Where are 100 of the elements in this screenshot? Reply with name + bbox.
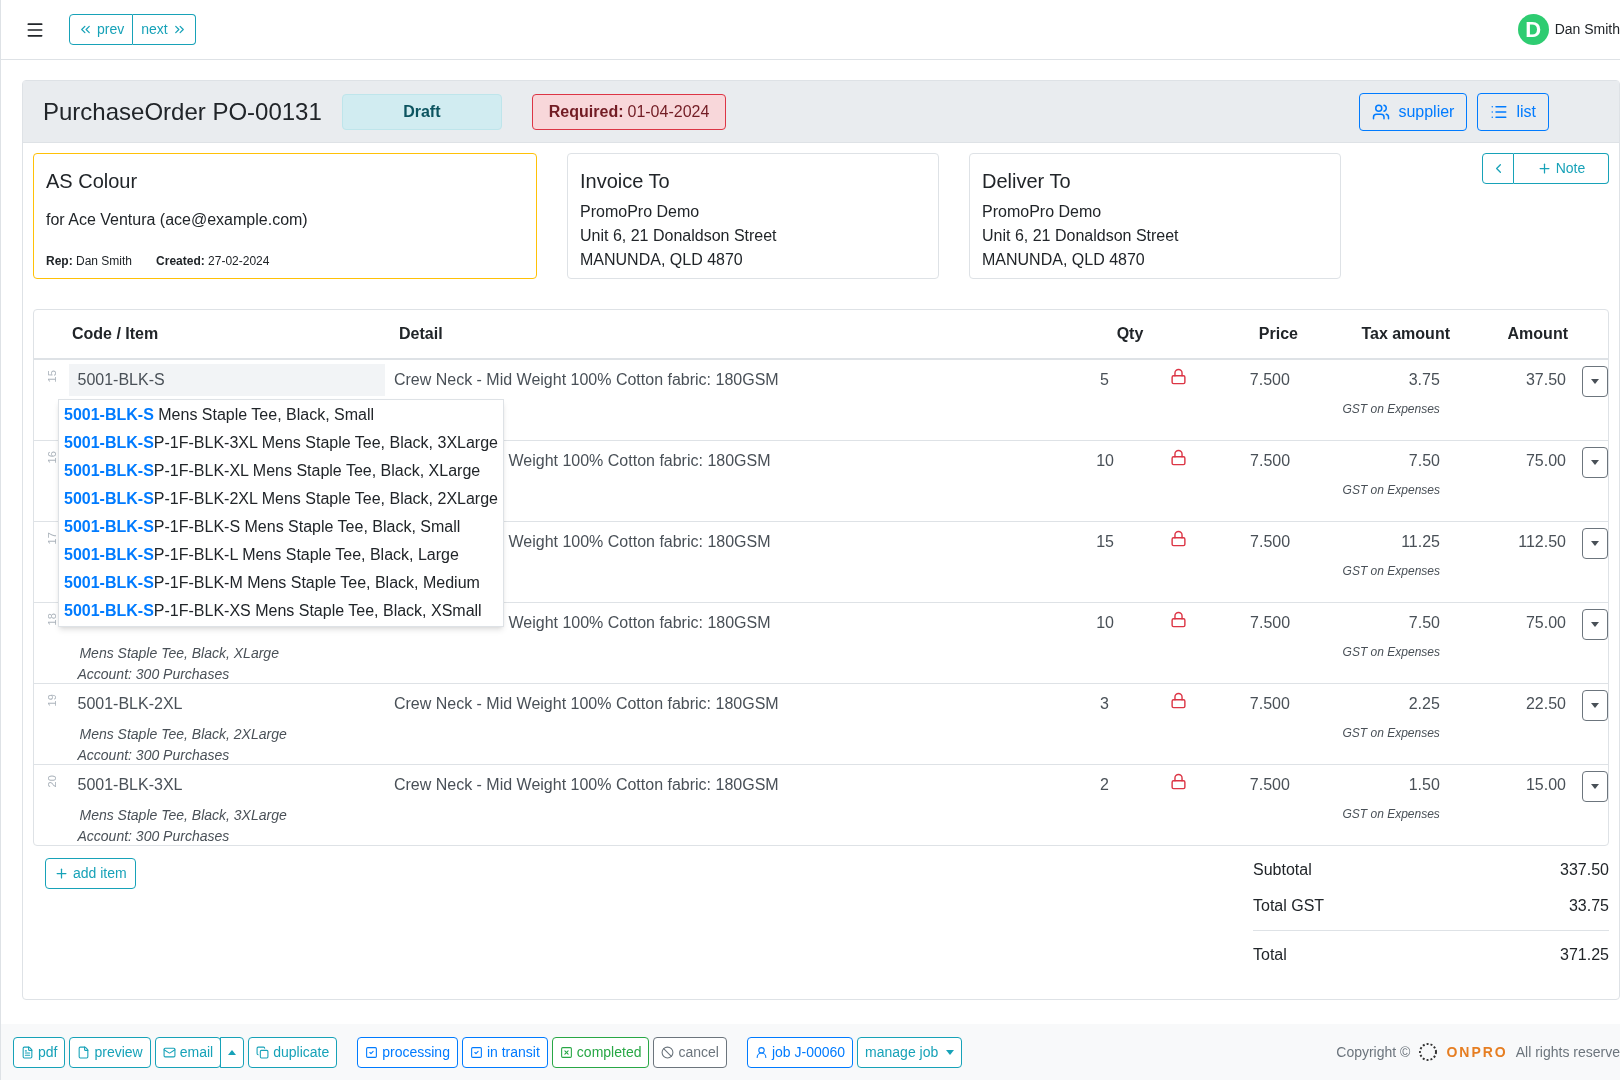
amount-cell: 22.50 [1525, 695, 1566, 712]
users-icon [1372, 102, 1391, 121]
autocomplete-option[interactable]: 5001-BLK-S Mens Staple Tee, Black, Small [59, 401, 503, 429]
footer-button[interactable]: cancel [653, 1036, 727, 1068]
price-cell: 7.500 [1249, 695, 1290, 712]
caret-icon [1591, 622, 1599, 627]
line-number: 20 [44, 775, 59, 788]
supplier-name: AS Colour [46, 169, 138, 194]
price-cell: 7.500 [1249, 371, 1290, 388]
item-code-field[interactable]: 5001-BLK-S [69, 364, 385, 396]
footer-button[interactable]: preview [69, 1036, 151, 1068]
footer-button[interactable]: in transit [461, 1036, 548, 1068]
row-menu-button[interactable] [1582, 366, 1608, 397]
rights-text: All rights reserve [1515, 1042, 1620, 1062]
tax-type: GST on Expenses [1342, 401, 1440, 418]
order-title: PurchaseOrder PO-00131 [43, 96, 322, 127]
list-button[interactable]: list [1477, 92, 1549, 131]
add-item-button[interactable]: add item [45, 858, 136, 889]
qty-cell: 3 [1100, 695, 1109, 712]
x-box-icon [559, 1045, 573, 1059]
tax-cell-text: 11.25 [1401, 532, 1440, 552]
footer-button[interactable]: email [154, 1036, 222, 1068]
row-menu-button[interactable] [1582, 609, 1608, 640]
lock-icon[interactable] [1170, 773, 1187, 790]
tax-cell-text: 7.50 [1408, 613, 1440, 633]
prev-button[interactable]: prev [69, 14, 134, 45]
caret-icon [1591, 379, 1599, 384]
line-number: 15 [44, 370, 59, 383]
supplier-button[interactable]: supplier [1359, 92, 1468, 131]
autocomplete-option[interactable]: 5001-BLK-SP-1F-BLK-M Mens Staple Tee, Black, Medium [59, 569, 503, 597]
rep-text: Rep: Dan Smith [46, 253, 133, 270]
caret-icon [946, 1049, 955, 1055]
amount-cell: 75.00 [1525, 452, 1566, 469]
total-value: 337.50 [1560, 860, 1609, 880]
supplier-contact: for Ace Ventura (ace@example.com) [46, 210, 308, 230]
autocomplete-option[interactable]: 5001-BLK-SP-1F-BLK-XS Mens Staple Tee, Black, XSmall [59, 597, 503, 625]
address-line: PromoPro Demo [982, 202, 1102, 222]
amount-cell: 112.50 [1518, 533, 1566, 550]
row-menu-button[interactable] [1582, 690, 1608, 721]
item-detail: Weight 100% Cotton fabric: 180GSM [508, 614, 771, 631]
row-menu-button[interactable] [1582, 447, 1608, 478]
line-number: 18 [44, 613, 59, 626]
lock-icon[interactable] [1170, 692, 1187, 709]
column-header: Qty [1116, 325, 1144, 342]
footer-button[interactable]: pdf [13, 1036, 66, 1068]
autocomplete-option[interactable]: 5001-BLK-SP-1F-BLK-2XL Mens Staple Tee, Black, 2XLarge [59, 485, 503, 513]
row-menu-button[interactable] [1582, 771, 1608, 802]
email-options-button[interactable] [220, 1036, 245, 1068]
item-description: Mens Staple Tee, Black, 3XLarge [78, 806, 287, 825]
file-icon [77, 1045, 91, 1059]
total-value: 33.75 [1568, 896, 1609, 916]
tax-cell-text: 7.50 [1408, 451, 1440, 471]
user-icon [754, 1045, 768, 1059]
tax-type: GST on Expenses [1342, 482, 1440, 499]
required-date-badge: Required: 01-04-2024 [531, 93, 727, 130]
address-line: PromoPro Demo [580, 202, 700, 222]
footer-button[interactable]: job J-00060 [746, 1036, 854, 1068]
tax-cell-text: 2.25 [1408, 694, 1440, 714]
autocomplete-option[interactable]: 5001-BLK-SP-1F-BLK-S Mens Staple Tee, Black, Small [59, 513, 503, 541]
footer-button[interactable]: processing [357, 1036, 458, 1068]
tax-type: GST on Expenses [1342, 806, 1440, 823]
item-code: 5001-BLK-3XL [76, 775, 184, 795]
address-line: Unit 6, 21 Donaldson Street [982, 226, 1179, 246]
caret-icon [1591, 541, 1599, 546]
qty-cell: 2 [1100, 776, 1109, 793]
item-description: Mens Staple Tee, Black, 2XLarge [78, 725, 287, 744]
total-label: Subtotal [1253, 860, 1312, 880]
qty-cell: 15 [1096, 533, 1114, 550]
autocomplete-option[interactable]: 5001-BLK-SP-1F-BLK-L Mens Staple Tee, Black, Large [59, 541, 503, 569]
lock-icon[interactable] [1170, 368, 1187, 385]
item-account: Account: 300 Purchases [76, 665, 230, 684]
tax-type: GST on Expenses [1342, 644, 1440, 661]
total-label: Total GST [1253, 896, 1325, 916]
item-detail: Crew Neck - Mid Weight 100% Cotton fabric: 180GSM [393, 776, 779, 793]
next-button[interactable]: next [133, 14, 196, 45]
user-name[interactable]: Dan Smith [1554, 19, 1620, 40]
footer-button[interactable]: manage job [857, 1036, 963, 1068]
item-account: Account: 300 Purchases [76, 827, 230, 846]
plus-icon [1536, 161, 1552, 176]
lock-icon[interactable] [1170, 530, 1188, 547]
amount-cell: 15.00 [1525, 776, 1566, 793]
address-line: MANUNDA, QLD 4870 [580, 250, 743, 270]
price-cell: 7.500 [1250, 614, 1291, 631]
autocomplete-option[interactable]: 5001-BLK-SP-1F-BLK-XL Mens Staple Tee, Black, XLarge [59, 457, 503, 485]
lock-icon[interactable] [1170, 611, 1188, 628]
qty-cell: 5 [1100, 371, 1109, 388]
item-description: Mens Staple Tee, Black, XLarge [78, 644, 279, 663]
autocomplete-option[interactable]: 5001-BLK-SP-1F-BLK-3XL Mens Staple Tee, Black, 3XLarge [59, 429, 503, 457]
footer-button[interactable]: duplicate [248, 1036, 338, 1068]
collapse-button[interactable] [1482, 153, 1514, 184]
lock-icon[interactable] [1170, 449, 1188, 466]
copyright-text: Copyright © [1336, 1042, 1411, 1062]
row-menu-button[interactable] [1582, 528, 1608, 559]
item-detail: Weight 100% Cotton fabric: 180GSM [508, 533, 771, 550]
total-label: Total [1253, 945, 1287, 965]
note-button[interactable]: Note [1514, 153, 1609, 184]
footer-button[interactable]: completed [551, 1036, 650, 1068]
address-title: Invoice To [580, 169, 670, 194]
item-detail: Crew Neck - Mid Weight 100% Cotton fabric: 180GSM [393, 695, 779, 712]
user-avatar[interactable]: D [1517, 14, 1549, 45]
